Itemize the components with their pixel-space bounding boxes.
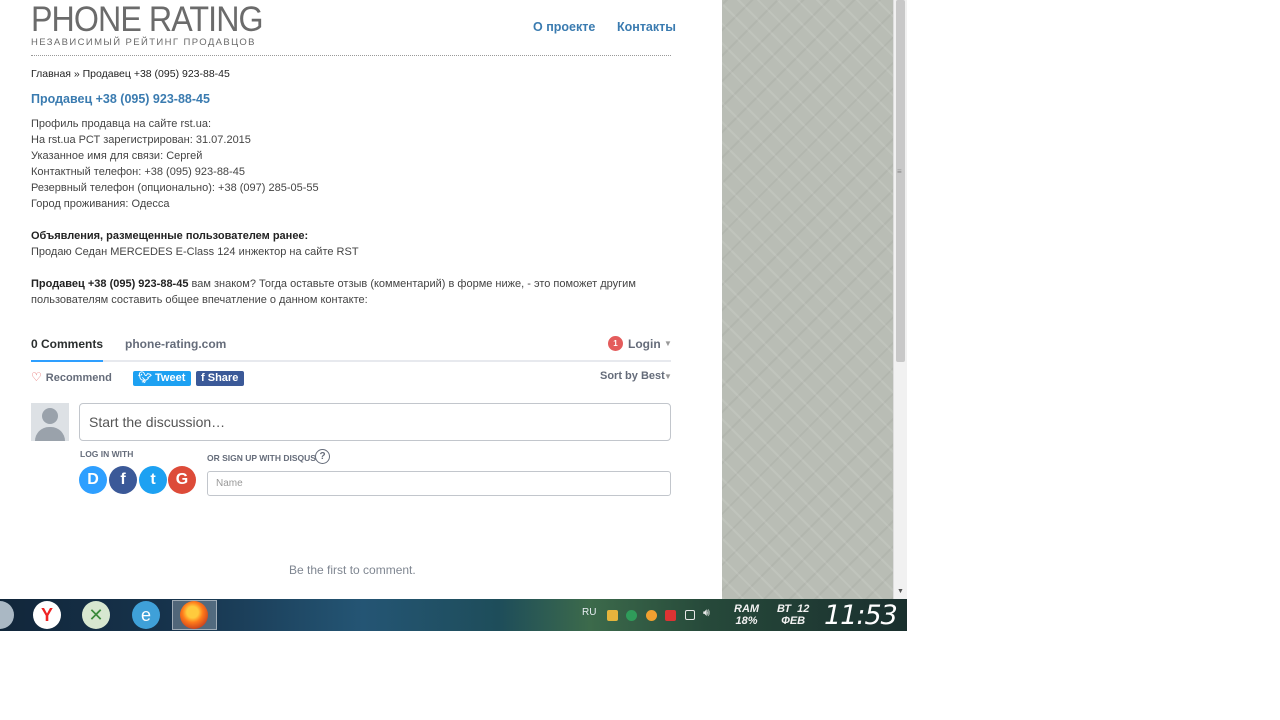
grip-icon: ≡ bbox=[897, 167, 902, 176]
month: ФЕВ bbox=[781, 615, 806, 627]
page-background-pattern bbox=[722, 0, 893, 599]
site-logo[interactable]: PHONE RATING НЕЗАВИСИМЫЙ РЕЙТИНГ ПРОДАВЦ… bbox=[31, 0, 283, 49]
review-prompt-line2: пользователям составить общее впечатлени… bbox=[31, 294, 368, 306]
logo-title: PHONE RATING bbox=[31, 0, 264, 39]
clock[interactable]: 11:53 bbox=[824, 600, 898, 631]
discussion-input[interactable]: Start the discussion… bbox=[79, 403, 671, 441]
login-menu[interactable]: Login bbox=[628, 337, 661, 351]
day-line: ВТ 12 bbox=[777, 603, 809, 615]
page-content: PHONE RATING НЕЗАВИСИМЫЙ РЕЙТИНГ ПРОДАВЦ… bbox=[0, 0, 722, 599]
tab-comments[interactable]: 0 Comments bbox=[31, 337, 104, 362]
profile-line: Город проживания: Одесса bbox=[31, 198, 170, 210]
recommend-button[interactable]: ♡ Recommend bbox=[31, 370, 112, 384]
facebook-f-icon: f bbox=[201, 372, 208, 384]
share-button[interactable]: f Share bbox=[196, 371, 245, 386]
facebook-icon[interactable]: f bbox=[109, 466, 137, 494]
profile-line: Контактный телефон: +38 (095) 923-88-45 bbox=[31, 166, 245, 178]
profile-line: Резервный телефон (опционально): +38 (09… bbox=[31, 182, 319, 194]
xbox-icon[interactable]: ✕ bbox=[82, 601, 110, 629]
ads-item: Продаю Седан MERCEDES E-Class 124 инжект… bbox=[31, 246, 359, 258]
browser-icon[interactable]: e bbox=[132, 601, 160, 629]
disqus-icon[interactable]: D bbox=[79, 466, 107, 494]
ram-label: RAM bbox=[734, 603, 760, 615]
sort-dropdown[interactable]: Sort by Best bbox=[600, 370, 665, 382]
profile-line: Профиль продавца на сайте rst.ua: bbox=[31, 118, 212, 130]
volume-icon[interactable]: 🔊︎ bbox=[703, 607, 710, 620]
recommend-label: Recommend bbox=[45, 372, 112, 384]
browser-screen: PHONE RATING НЕЗАВИСИМЫЙ РЕЙТИНГ ПРОДАВЦ… bbox=[0, 0, 907, 631]
header-divider bbox=[31, 55, 671, 56]
name-input[interactable]: Name bbox=[207, 471, 671, 496]
google-icon[interactable]: G bbox=[168, 466, 196, 494]
yandex-browser-icon[interactable]: Y bbox=[33, 601, 61, 629]
review-prompt: Продавец +38 (095) 923-88-45 вам знаком?… bbox=[31, 278, 636, 290]
help-icon[interactable]: ? bbox=[315, 449, 330, 464]
breadcrumb[interactable]: Главная » Продавец +38 (095) 923-88-45 bbox=[31, 68, 230, 80]
scroll-down-arrow-icon[interactable]: ▼ bbox=[897, 588, 904, 595]
avatar-body bbox=[35, 427, 65, 441]
page-title[interactable]: Продавец +38 (095) 923-88-45 bbox=[31, 92, 210, 106]
start-app-icon[interactable] bbox=[0, 601, 14, 629]
profile-line: На rst.ua РСТ зарегистрирован: 31.07.201… bbox=[31, 134, 251, 146]
share-label: Share bbox=[207, 372, 239, 384]
review-prompt-seller: Продавец +38 (095) 923-88-45 bbox=[31, 278, 189, 290]
tray-antivirus-icon[interactable] bbox=[665, 610, 676, 621]
twitter-icon[interactable]: t bbox=[139, 466, 167, 494]
avatar-head bbox=[42, 408, 58, 424]
tab-community[interactable]: phone-rating.com bbox=[125, 337, 226, 351]
nav-about-link[interactable]: О проекте bbox=[533, 20, 595, 34]
ads-heading: Объявления, размещенные пользователем ра… bbox=[31, 230, 309, 242]
notification-badge[interactable]: 1 bbox=[608, 336, 623, 351]
nav-contacts-link[interactable]: Контакты bbox=[617, 20, 676, 34]
firefox-icon[interactable] bbox=[180, 601, 208, 629]
vertical-scrollbar[interactable]: ≡ ▼ bbox=[893, 0, 907, 599]
tray-app-icon[interactable] bbox=[646, 610, 657, 621]
heart-icon: ♡ bbox=[31, 370, 42, 384]
caret-down-icon[interactable]: ▼ bbox=[664, 372, 672, 381]
scrollbar-thumb[interactable] bbox=[896, 0, 905, 362]
avatar bbox=[31, 403, 69, 441]
review-prompt-text: вам знаком? Тогда оставьте отзыв (коммен… bbox=[188, 278, 636, 290]
tweet-label: Tweet bbox=[155, 372, 186, 384]
twitter-bird-icon: 🐦︎ bbox=[138, 372, 156, 384]
log-in-with-label: LOG IN WITH bbox=[80, 449, 134, 459]
empty-comments-message: Be the first to comment. bbox=[289, 563, 416, 577]
tweet-button[interactable]: 🐦︎ Tweet bbox=[133, 371, 192, 386]
tray-network-icon[interactable] bbox=[685, 610, 695, 620]
signup-label: OR SIGN UP WITH DISQUS bbox=[207, 453, 316, 463]
ram-value: 18% bbox=[735, 615, 758, 627]
taskbar: Y ✕ e bbox=[0, 599, 907, 631]
disqus-tab-bar: 0 Comments phone-rating.com 1 Login ▼ bbox=[31, 330, 672, 362]
language-indicator[interactable]: RU bbox=[582, 607, 596, 618]
tray-whatsapp-icon[interactable] bbox=[626, 610, 637, 621]
date-gauge: ВТ 12 ФЕВ bbox=[777, 603, 809, 627]
caret-down-icon[interactable]: ▼ bbox=[664, 339, 672, 348]
ram-gauge: RAM 18% bbox=[734, 603, 759, 627]
day-number: 12 bbox=[797, 603, 810, 615]
tray-app-icon[interactable] bbox=[607, 610, 618, 621]
profile-line: Указанное имя для связи: Сергей bbox=[31, 150, 203, 162]
day-of-week: ВТ bbox=[777, 603, 791, 615]
